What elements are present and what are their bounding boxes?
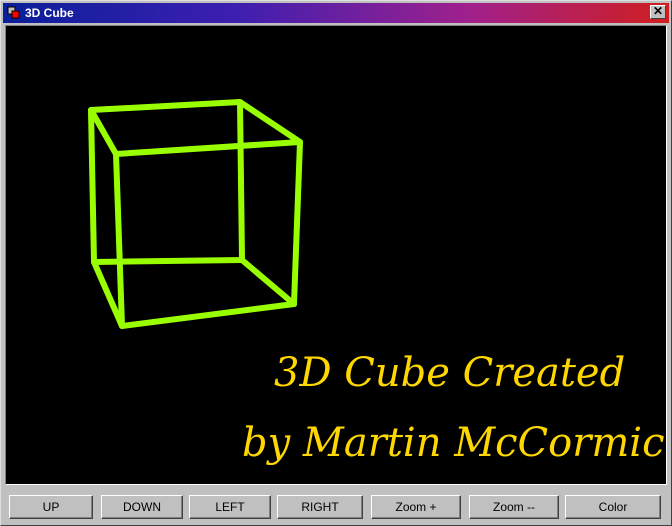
cube-edge-top-left [88, 107, 119, 157]
cube-edge-top-right [237, 99, 303, 145]
cube-back-face [88, 99, 245, 265]
app-window: 3D Cube ✕ 3D Cube Created by Martin McCo… [0, 0, 672, 526]
color-button[interactable]: Color [565, 495, 661, 519]
control-toolbar: UP DOWN LEFT RIGHT Zoom + Zoom -- Color [5, 491, 667, 523]
up-button[interactable]: UP [9, 495, 93, 519]
down-button[interactable]: DOWN [101, 495, 183, 519]
window-title: 3D Cube [25, 6, 74, 20]
cube-canvas[interactable]: 3D Cube Created by Martin McCormick [5, 25, 667, 485]
credit-line-2: by Martin McCormick [242, 420, 667, 466]
left-button[interactable]: LEFT [189, 495, 271, 519]
cube-front-face [113, 139, 303, 329]
zoom-in-button[interactable]: Zoom + [371, 495, 461, 519]
cube-drawing [88, 99, 303, 329]
app-icon [7, 6, 20, 19]
credit-line-1: 3D Cube Created [274, 350, 626, 396]
cube-edge-bottom-right [239, 257, 297, 307]
title-bar[interactable]: 3D Cube ✕ [3, 3, 669, 23]
close-icon: ✕ [652, 4, 664, 18]
close-button[interactable]: ✕ [650, 5, 666, 19]
zoom-out-button[interactable]: Zoom -- [469, 495, 559, 519]
right-button[interactable]: RIGHT [277, 495, 363, 519]
